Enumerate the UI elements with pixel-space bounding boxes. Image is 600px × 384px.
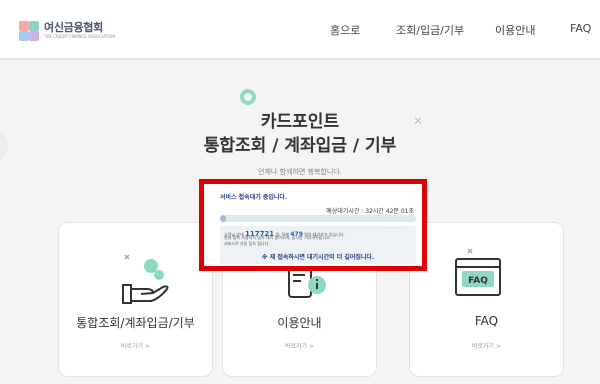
logo-subtitle: THE CREDIT FINANCE ASSOCIATION [44, 34, 116, 39]
coin-hand-icon [122, 254, 169, 304]
card-faq[interactable]: FAQ FAQ 바로가기 > [409, 222, 564, 377]
card-title: 통합조회/계좌입금/기부 [76, 316, 195, 330]
nav-inquiry[interactable]: 조회/입금/기부 [396, 22, 464, 38]
card-inquiry[interactable]: 통합조회/계좌입금/기부 바로가기 > [58, 222, 213, 377]
nav-home[interactable]: 홈으로 [330, 22, 360, 38]
site-logo[interactable]: 여신금융협회 THE CREDIT FINANCE ASSOCIATION [19, 21, 115, 41]
hero-subtitle: 언제나 함께하면 행복합니다. [258, 168, 342, 176]
wait-progress-bar [220, 215, 416, 222]
queue-info-box: 고객님 앞에 117721 명, 뒤에 479 명의 대기자가 있습니다. 현재… [220, 226, 416, 264]
auto-connect-notice: 서비스로 자동 접속 됩니다. [224, 241, 270, 246]
waiting-popup-body: 서비스 접속대기 중입니다. 예상대기시간 : 32시간 42분 01초 고객님… [214, 188, 416, 266]
site-header: 여신금융협회 THE CREDIT FINANCE ASSOCIATION 홈으… [0, 0, 600, 60]
hero-title-line2: 통합조회 / 계좌입금 / 기부 [203, 136, 397, 156]
svg-text:FAQ: FAQ [468, 276, 488, 286]
wait-progress-fill [220, 215, 226, 222]
logo-mark-icon [19, 21, 39, 41]
logo-text: 여신금융협회 THE CREDIT FINANCE ASSOCIATION [44, 22, 115, 40]
card-title: 이용안내 [277, 316, 322, 330]
waiting-popup: 서비스 접속대기 중입니다. 예상대기시간 : 32시간 42분 01초 고객님… [199, 179, 427, 271]
popup-title: 서비스 접속대기 중입니다. [220, 194, 288, 201]
logo-title: 여신금융협회 [44, 21, 103, 34]
faq-icon: FAQ [455, 248, 501, 296]
decorative-circle-icon [240, 89, 256, 105]
hero-title-line1: 카드포인트 [260, 112, 340, 132]
card-link[interactable]: 바로가기 > [223, 341, 376, 350]
card-link[interactable]: 바로가기 > [59, 341, 212, 350]
reconnect-warning: ※ 재 접속하시면 대기시간이 더 길어집니다. [261, 254, 375, 261]
nav-guide[interactable]: 이용안내 [495, 22, 535, 38]
nav-faq[interactable]: FAQ [570, 22, 591, 35]
card-link[interactable]: 바로가기 > [410, 341, 563, 350]
wait-time: 예상대기시간 : 32시간 42분 01초 [326, 208, 414, 215]
card-title: FAQ [474, 314, 499, 328]
